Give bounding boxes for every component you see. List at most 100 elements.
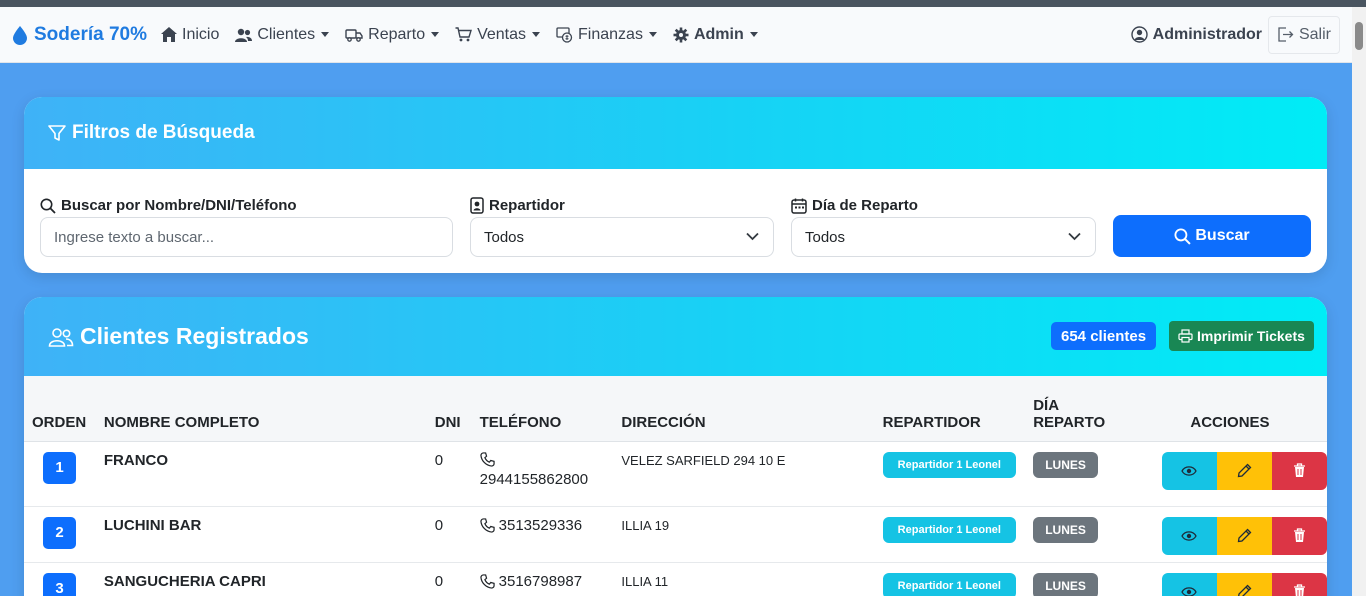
- dia-label-text: Día de Reparto: [812, 197, 918, 214]
- nav-item-clientes[interactable]: Clientes: [235, 25, 330, 44]
- nav-item-inicio[interactable]: Inicio: [161, 26, 219, 44]
- client-count-badge: 654 clientes: [1051, 322, 1157, 350]
- view-button[interactable]: [1161, 516, 1217, 555]
- cell-orden: 1: [24, 441, 96, 507]
- nav-item-label: Clientes: [257, 25, 316, 43]
- cell-telefono: 3513529336: [471, 506, 614, 563]
- chevron-down-icon: [746, 232, 759, 241]
- user-menu[interactable]: Administrador: [1130, 26, 1262, 44]
- dia-label: Día de Reparto: [791, 197, 918, 214]
- edit-button[interactable]: [1216, 516, 1272, 555]
- table-row: 2 LUCHINI BAR 0 3513529336 ILLIA 19 Repa…: [24, 506, 1327, 563]
- phone-icon: [479, 517, 495, 533]
- col-dni[interactable]: DNI: [426, 376, 472, 442]
- col-acciones: ACCIONES: [1132, 376, 1327, 442]
- search-label: Buscar por Nombre/DNI/Teléfono: [40, 197, 297, 214]
- dia-badge: LUNES: [1033, 572, 1098, 596]
- page-scrollbar[interactable]: [1352, 7, 1366, 596]
- print-tickets-label: Imprimir Tickets: [1197, 328, 1305, 344]
- brand[interactable]: Sodería 70%: [12, 24, 147, 46]
- col-orden[interactable]: ORDEN: [24, 376, 96, 442]
- phone-line: 3516798987: [479, 573, 614, 590]
- clients-card: Clientes Registrados 654 clientes Imprim…: [24, 297, 1327, 596]
- edit-button[interactable]: [1216, 572, 1272, 596]
- col-dia-reparto[interactable]: DÍA REPARTO: [1025, 376, 1133, 442]
- filters-title: Filtros de Búsqueda: [72, 122, 255, 143]
- view-button[interactable]: [1161, 572, 1217, 596]
- delete-button[interactable]: [1271, 572, 1327, 596]
- cell-telefono: 3516798987: [471, 562, 614, 596]
- col-direccion[interactable]: DIRECCIÓN: [613, 376, 875, 442]
- cell-direccion: ILLIA 19: [613, 506, 875, 563]
- repartidor-select[interactable]: Todos: [470, 217, 774, 257]
- caret-down-icon: [749, 32, 758, 37]
- calendar-icon: [791, 198, 807, 214]
- cell-nombre: FRANCO: [95, 441, 427, 507]
- search-button[interactable]: Buscar: [1113, 215, 1311, 257]
- search-label-text: Buscar por Nombre/DNI/Teléfono: [61, 197, 297, 214]
- col-nombre[interactable]: NOMBRE COMPLETO: [95, 376, 427, 442]
- nav-item-reparto[interactable]: Reparto: [345, 25, 440, 44]
- clients-header: Clientes Registrados 654 clientes Imprim…: [24, 297, 1327, 376]
- navbar: Sodería 70% Inicio Clientes Reparto Vent…: [0, 7, 1352, 63]
- cell-dni: 0: [426, 562, 472, 596]
- dia-badge: LUNES: [1033, 516, 1098, 543]
- col-dia-line1: DÍA: [1033, 396, 1060, 414]
- cell-direccion: ILLIA 11: [613, 562, 875, 596]
- delete-button[interactable]: [1271, 451, 1327, 490]
- clients-table: ORDEN NOMBRE COMPLETO DNI TELÉFONO DIREC…: [24, 376, 1327, 596]
- nav-item-ventas[interactable]: Ventas: [455, 25, 541, 44]
- cell-dia: LUNES: [1025, 506, 1133, 563]
- search-input[interactable]: Ingrese texto a buscar...: [40, 217, 453, 257]
- window-top-strip: [0, 0, 1366, 7]
- trash-icon: [1293, 528, 1305, 542]
- edit-button[interactable]: [1216, 451, 1272, 490]
- cell-dia: LUNES: [1025, 562, 1133, 596]
- delete-button[interactable]: [1271, 516, 1327, 555]
- cell-dia: LUNES: [1025, 441, 1133, 507]
- table-header-row: ORDEN NOMBRE COMPLETO DNI TELÉFONO DIREC…: [24, 376, 1327, 442]
- order-badge: 3: [43, 572, 76, 596]
- phone-icon-line: [479, 451, 614, 471]
- nav-item-label: Finanzas: [578, 25, 643, 43]
- eye-icon: [1181, 586, 1198, 596]
- gear-icon: [673, 27, 689, 42]
- repartidor-label: Repartidor: [470, 197, 565, 214]
- cell-acciones: [1132, 441, 1327, 507]
- chevron-down-icon: [1068, 232, 1081, 241]
- caret-down-icon: [648, 32, 657, 37]
- eye-icon: [1181, 465, 1198, 476]
- logout-button[interactable]: Salir: [1267, 15, 1340, 54]
- funnel-icon: [48, 125, 66, 141]
- repartidor-label-text: Repartidor: [489, 197, 565, 214]
- cell-orden: 2: [24, 506, 96, 563]
- cell-repartidor: Repartidor 1 Leonel: [874, 506, 1026, 563]
- print-tickets-button[interactable]: Imprimir Tickets: [1169, 321, 1314, 351]
- dia-select[interactable]: Todos: [791, 217, 1096, 257]
- cell-repartidor: Repartidor 1 Leonel: [874, 441, 1026, 507]
- logout-label: Salir: [1298, 25, 1331, 43]
- repartidor-selected: Todos: [484, 228, 525, 246]
- order-badge: 1: [43, 451, 76, 484]
- trash-icon: [1293, 463, 1305, 477]
- cart-icon: [455, 27, 473, 42]
- phone-line: 3513529336: [479, 517, 614, 534]
- address: ILLIA 19: [621, 517, 670, 533]
- table-row: 1 FRANCO 0 2944155862800 VELEZ SARFIELD …: [24, 441, 1327, 507]
- cell-dni: 0: [426, 441, 472, 507]
- cell-acciones: [1132, 562, 1327, 596]
- people-icon: [48, 327, 74, 347]
- nav-item-admin[interactable]: Admin: [673, 26, 758, 44]
- nav-item-label: Reparto: [368, 25, 426, 43]
- nav-item-finanzas[interactable]: Finanzas: [556, 26, 657, 44]
- logout-icon: [1278, 27, 1294, 42]
- col-telefono[interactable]: TELÉFONO: [471, 376, 614, 442]
- phone-number: 2944155862800: [479, 470, 589, 488]
- nav-item-label: Ventas: [477, 25, 527, 43]
- table-row: 3 SANGUCHERIA CAPRI 0 3516798987 ILLIA 1…: [24, 562, 1327, 596]
- cell-nombre: LUCHINI BAR: [95, 506, 427, 563]
- col-repartidor[interactable]: REPARTIDOR: [874, 376, 1026, 442]
- scrollbar-thumb[interactable]: [1355, 22, 1363, 50]
- view-button[interactable]: [1161, 451, 1217, 490]
- search-icon: [1174, 227, 1192, 245]
